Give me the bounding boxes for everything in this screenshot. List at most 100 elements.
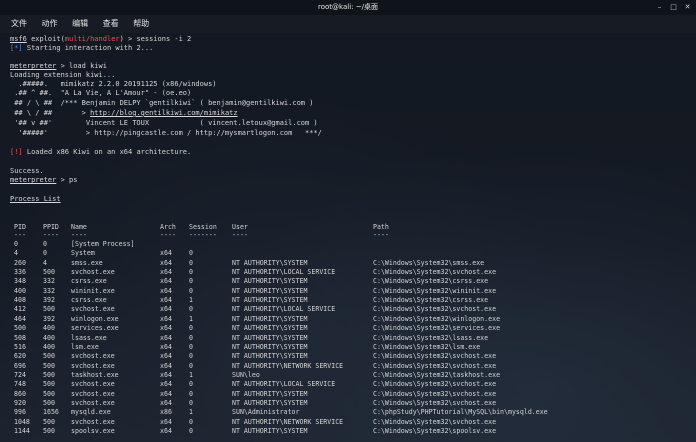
mimikatz-link[interactable]: http://blog.gentilkiwi.com/mimikatz <box>90 109 238 117</box>
table-cell-session: 0 <box>189 268 193 277</box>
table-cell-session: 0 <box>189 389 193 398</box>
table-cell-ppid: 400 <box>43 333 55 342</box>
banner-line: '#####' > http://pingcastle.com / http:/… <box>10 129 322 137</box>
table-cell-ppid: 392 <box>43 296 55 305</box>
table-cell-name: taskhost.exe <box>71 370 119 379</box>
column-separator: ---- <box>160 231 176 239</box>
table-cell-ppid: 0 <box>43 249 47 258</box>
table-cell-user: NT AUTHORITY\SYSTEM <box>232 333 308 342</box>
table-cell-path: C:\Windows\System32\svchost.exe <box>373 398 497 407</box>
table-cell-user: NT AUTHORITY\NETWORK SERVICE <box>232 417 344 426</box>
table-cell-path: C:\Windows\System32\csrss.exe <box>373 296 489 305</box>
table-cell-user: NT AUTHORITY\SYSTEM <box>232 258 308 267</box>
table-cell-path: C:\Windows\System32\winlogon.exe <box>373 314 501 323</box>
table-cell-user: NT AUTHORITY\SYSTEM <box>232 296 308 305</box>
table-cell-arch: x64 <box>160 258 172 267</box>
table-cell-name: [System Process] <box>71 240 135 248</box>
table-cell-user: NT AUTHORITY\SYSTEM <box>232 286 308 295</box>
close-icon[interactable]: ✕ <box>683 3 692 12</box>
table-cell-path: C:\phpStudy\PHPTutorial\MySQL\bin\mysqld… <box>373 408 548 417</box>
msf-prompt: msf6 <box>10 35 27 43</box>
table-cell-user: SUN\leo <box>232 370 260 379</box>
table-cell-session: 0 <box>189 249 193 258</box>
table-cell-session: 0 <box>189 427 193 435</box>
menu-item-edit[interactable]: 编辑 <box>72 15 88 33</box>
table-cell-arch: x64 <box>160 370 172 379</box>
table-cell-name: services.exe <box>71 324 119 333</box>
table-cell-session: 1 <box>189 408 193 417</box>
table-cell-ppid: 500 <box>43 268 55 277</box>
window-titlebar[interactable]: root@kali: ~/桌面 – □ ✕ <box>0 0 696 15</box>
table-cell-ppid: 1656 <box>43 408 59 417</box>
table-cell-name: smss.exe <box>71 258 103 267</box>
table-cell-name: winlogon.exe <box>71 314 119 323</box>
table-cell-pid: 0 <box>14 240 18 248</box>
table-cell-ppid: 500 <box>43 305 55 314</box>
table-cell-user: NT AUTHORITY\SYSTEM <box>232 389 308 398</box>
table-cell-name: wininit.exe <box>71 286 115 295</box>
table-cell-name: svchost.exe <box>71 389 115 398</box>
table-cell-arch: x64 <box>160 249 172 258</box>
table-cell-arch: x64 <box>160 324 172 333</box>
table-cell-name: csrss.exe <box>71 277 107 286</box>
table-cell-path: C:\Windows\System32\wininit.exe <box>373 286 497 295</box>
banner-line: ## \ / ## > http://blog.gentilkiwi.com/m… <box>10 109 238 117</box>
column-separator: --- <box>14 231 26 239</box>
table-cell-ppid: 500 <box>43 427 55 435</box>
table-cell-ppid: 332 <box>43 277 55 286</box>
table-cell-arch: x64 <box>160 398 172 407</box>
table-cell-user: NT AUTHORITY\SYSTEM <box>232 342 308 351</box>
maximize-icon[interactable]: □ <box>669 3 678 12</box>
load-kiwi-line: meterpreter > load kiwi <box>10 62 107 70</box>
table-cell-path: C:\Windows\System32\services.exe <box>373 324 501 333</box>
banner-line: .## ^ ##. "A La Vie, A L'Amour" - (oe.eo… <box>10 89 192 97</box>
success-line: Success. <box>10 167 44 175</box>
table-cell-path: C:\Windows\System32\svchost.exe <box>373 389 497 398</box>
table-cell-arch: x64 <box>160 268 172 277</box>
table-cell-path: C:\Windows\System32\svchost.exe <box>373 380 497 389</box>
table-cell-ppid: 4 <box>43 258 47 267</box>
table-cell-session: 0 <box>189 258 193 267</box>
menu-item-help[interactable]: 帮助 <box>133 15 149 33</box>
table-cell-ppid: 500 <box>43 389 55 398</box>
table-cell-pid: 996 <box>14 408 26 417</box>
table-cell-path: C:\Windows\System32\taskhost.exe <box>373 370 501 379</box>
table-cell-path: C:\Windows\System32\lsass.exe <box>373 333 489 342</box>
table-cell-session: 0 <box>189 352 193 361</box>
table-cell-arch: x64 <box>160 380 172 389</box>
column-separator: ------- <box>189 231 217 239</box>
table-cell-ppid: 500 <box>43 398 55 407</box>
table-cell-session: 1 <box>189 314 193 323</box>
process-list-title: Process List <box>10 195 61 203</box>
table-cell-session: 0 <box>189 398 193 407</box>
table-cell-name: spoolsv.exe <box>71 427 115 435</box>
minimize-icon[interactable]: – <box>655 3 664 12</box>
menu-item-action[interactable]: 动作 <box>42 15 58 33</box>
menu-item-file[interactable]: 文件 <box>11 15 27 33</box>
table-cell-session: 0 <box>189 380 193 389</box>
column-separator: ---- <box>373 231 389 239</box>
menu-item-view[interactable]: 查看 <box>103 15 119 33</box>
table-cell-ppid: 500 <box>43 370 55 379</box>
table-cell-ppid: 500 <box>43 361 55 370</box>
table-cell-ppid: 500 <box>43 417 55 426</box>
table-cell-name: lsm.exe <box>71 342 99 351</box>
table-cell-ppid: 392 <box>43 314 55 323</box>
table-cell-session: 0 <box>189 417 193 426</box>
table-cell-user: NT AUTHORITY\SYSTEM <box>232 324 308 333</box>
table-cell-arch: x64 <box>160 352 172 361</box>
table-cell-user: NT AUTHORITY\SYSTEM <box>232 427 308 435</box>
table-cell-session: 0 <box>189 286 193 295</box>
table-cell-arch: x64 <box>160 333 172 342</box>
table-cell-user: NT AUTHORITY\LOCAL SERVICE <box>232 268 336 277</box>
table-cell-session: 0 <box>189 324 193 333</box>
table-cell-ppid: 400 <box>43 324 55 333</box>
table-cell-user: NT AUTHORITY\SYSTEM <box>232 277 308 286</box>
table-cell-user: NT AUTHORITY\SYSTEM <box>232 398 308 407</box>
table-cell-name: svchost.exe <box>71 398 115 407</box>
table-cell-path: C:\Windows\System32\svchost.exe <box>373 352 497 361</box>
meterpreter-prompt: meterpreter <box>10 176 57 184</box>
table-cell-pid: 348 <box>14 277 26 286</box>
msf-prompt-line: msf6 exploit(multi/handler) > sessions -… <box>10 35 192 43</box>
table-cell-pid: 1048 <box>14 417 30 426</box>
